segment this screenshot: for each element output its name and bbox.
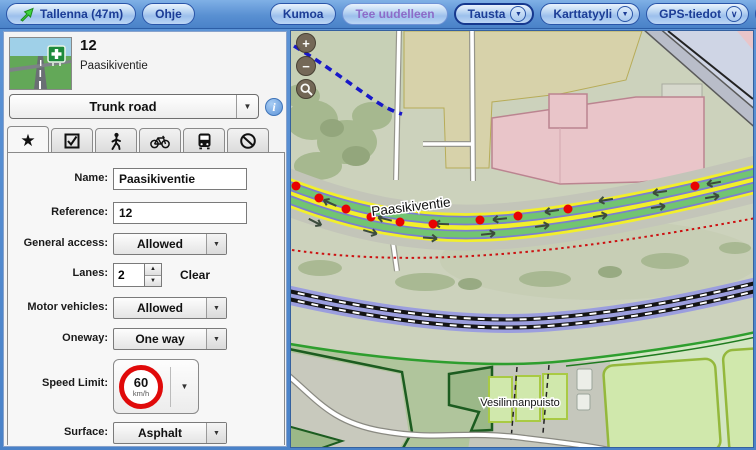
- oneway-label: Oneway:: [8, 332, 108, 344]
- feature-ref: 12: [80, 37, 97, 54]
- sports-field: [722, 348, 753, 447]
- map-style-menu-button[interactable]: Karttatyyli ▼: [540, 3, 640, 25]
- spinner-down-icon[interactable]: ▼: [145, 276, 161, 287]
- dropdown-arrow-icon[interactable]: ▼: [206, 298, 226, 318]
- speed-limit-unit: km/h: [133, 389, 149, 398]
- general-access-select[interactable]: Allowed ▼: [113, 233, 227, 255]
- surface-value: Asphalt: [114, 423, 206, 443]
- general-access-value: Allowed: [114, 234, 206, 254]
- lanes-label: Lanes:: [8, 267, 108, 279]
- dropdown-arrow-icon[interactable]: ▼: [236, 95, 258, 118]
- speed-limit-row: Speed Limit: 60 km/h ▼: [8, 359, 286, 415]
- upload-arrow-icon: [19, 6, 35, 22]
- star-icon: ★: [20, 132, 35, 149]
- gps-menu-label: GPS-tiedot: [659, 7, 721, 21]
- surface-label: Surface:: [8, 426, 108, 438]
- no-entry-icon: [239, 132, 257, 150]
- redo-button-label: Tee uudelleen: [355, 7, 434, 21]
- lanes-clear-button[interactable]: Clear: [180, 268, 210, 282]
- oneway-row: Oneway: One way ▼: [8, 328, 286, 352]
- bicycle-icon: [150, 133, 170, 149]
- dropdown-arrow-icon[interactable]: ▼: [206, 234, 226, 254]
- save-button[interactable]: Tallenna (47m): [6, 3, 136, 25]
- lanes-spinner[interactable]: ▲ ▼: [113, 263, 162, 287]
- surface-select[interactable]: Asphalt ▼: [113, 422, 227, 444]
- map-rendering: Paasikiventie: [291, 31, 753, 447]
- park-name-label: Vesilinnanpuisto: [480, 397, 560, 409]
- trunk-road-illustration: [10, 38, 71, 89]
- spinner-up-icon[interactable]: ▲: [145, 264, 161, 276]
- motor-vehicles-row: Motor vehicles: Allowed ▼: [8, 297, 286, 321]
- oneway-value: One way: [114, 329, 206, 349]
- lanes-row: Lanes: ▲ ▼ Clear: [8, 263, 286, 287]
- checkbox-icon: [64, 133, 80, 149]
- speed-limit-select[interactable]: 60 km/h ▼: [113, 359, 199, 414]
- reference-input[interactable]: [113, 202, 247, 224]
- magnifier-icon: [300, 83, 313, 96]
- dropdown-arrow-icon[interactable]: ▼: [510, 6, 526, 22]
- feature-name: Paasikiventie: [80, 60, 148, 72]
- redo-button[interactable]: Tee uudelleen: [342, 3, 447, 25]
- tab-restrictions[interactable]: [227, 128, 269, 153]
- dropdown-arrow-icon[interactable]: ▼: [171, 382, 198, 391]
- lanes-input[interactable]: [113, 263, 145, 287]
- tab-pedestrian[interactable]: [95, 128, 137, 153]
- help-button-label: Ohje: [155, 7, 182, 21]
- name-label: Name:: [8, 172, 108, 184]
- info-icon[interactable]: i: [265, 98, 283, 116]
- tab-bicycle[interactable]: [139, 128, 181, 153]
- background-menu-button[interactable]: Tausta ▼: [454, 3, 535, 25]
- application-window: Tallenna (47m) Ohje Kumoa Tee uudelleen …: [0, 0, 756, 450]
- sports-field: [603, 358, 721, 447]
- undo-button-label: Kumoa: [283, 7, 324, 21]
- name-row: Name:: [8, 168, 286, 192]
- map-canvas[interactable]: Paasikiventie: [290, 30, 754, 448]
- tab-checklist[interactable]: [51, 128, 93, 153]
- motor-vehicles-label: Motor vehicles:: [8, 301, 108, 313]
- gps-menu-button[interactable]: GPS-tiedot ∨: [646, 3, 749, 25]
- tab-bus[interactable]: [183, 128, 225, 153]
- speed-limit-sign: 60 km/h: [119, 365, 163, 409]
- zoom-out-button[interactable]: −: [296, 56, 316, 76]
- road-type-thumbnail: [9, 37, 72, 90]
- general-access-label: General access:: [8, 237, 108, 249]
- dropdown-arrow-icon[interactable]: ▼: [206, 423, 226, 443]
- favourites-pane: Name: Reference: General access: Allowed…: [7, 152, 285, 445]
- background-menu-label: Tausta: [468, 7, 506, 21]
- speed-limit-label: Speed Limit:: [8, 377, 108, 389]
- bus-icon: [196, 132, 213, 150]
- name-input[interactable]: [113, 168, 247, 190]
- general-access-row: General access: Allowed ▼: [8, 233, 286, 257]
- zoom-in-button[interactable]: +: [296, 33, 316, 53]
- dropdown-arrow-icon[interactable]: ▼: [206, 329, 226, 349]
- reference-row: Reference:: [8, 202, 286, 226]
- help-button[interactable]: Ohje: [142, 3, 195, 25]
- dropdown-arrow-icon[interactable]: ▼: [617, 6, 633, 22]
- motor-vehicles-value: Allowed: [114, 298, 206, 318]
- undo-button[interactable]: Kumoa: [270, 3, 337, 25]
- properties-panel: 12 Paasikiventie Trunk road ▼ i ★: [3, 31, 287, 447]
- speed-limit-value: 60: [134, 376, 148, 389]
- map-style-menu-label: Karttatyyli: [553, 7, 612, 21]
- oneway-select[interactable]: One way ▼: [113, 328, 227, 350]
- pedestrian-icon: [107, 132, 125, 150]
- reference-label: Reference:: [8, 206, 108, 218]
- road-type-value: Trunk road: [10, 95, 236, 118]
- surface-row: Surface: Asphalt ▼: [8, 422, 286, 446]
- zoom-search-button[interactable]: [296, 79, 316, 99]
- chevron-down-icon[interactable]: ∨: [726, 6, 742, 22]
- road-type-select[interactable]: Trunk road ▼: [9, 94, 259, 119]
- tab-favourites[interactable]: ★: [7, 126, 49, 153]
- main-toolbar: Tallenna (47m) Ohje Kumoa Tee uudelleen …: [0, 0, 756, 29]
- attribute-tabs: ★: [7, 126, 285, 153]
- save-button-label: Tallenna (47m): [40, 7, 123, 21]
- motor-vehicles-select[interactable]: Allowed ▼: [113, 297, 227, 319]
